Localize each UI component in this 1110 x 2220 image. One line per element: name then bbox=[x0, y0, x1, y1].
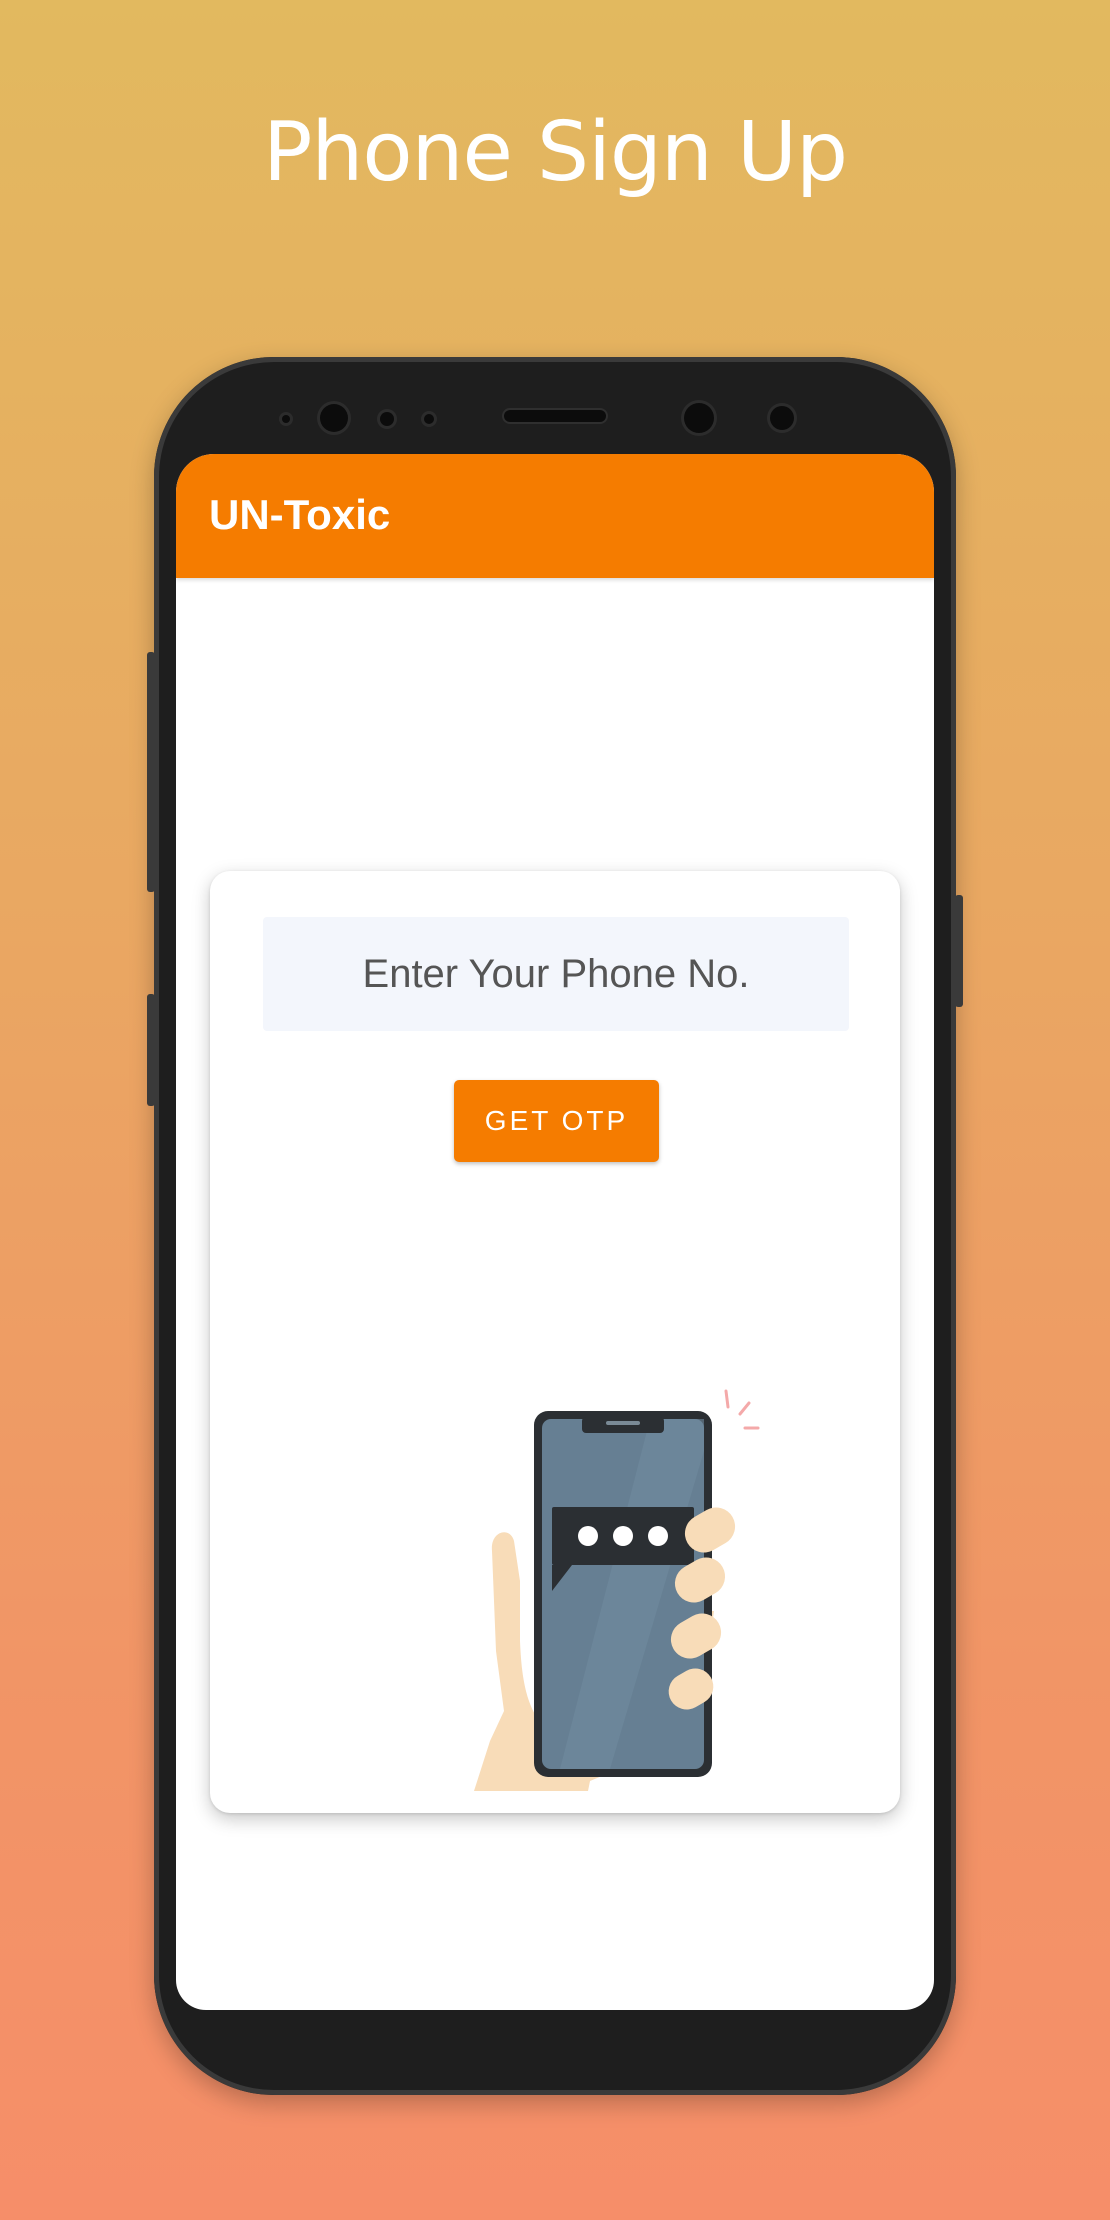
phone-number-input[interactable] bbox=[263, 916, 849, 1032]
front-camera-icon bbox=[684, 403, 714, 433]
volume-down-button bbox=[147, 994, 155, 1106]
front-camera-icon bbox=[320, 404, 348, 432]
volume-up-button bbox=[147, 652, 155, 892]
sign-up-card: GET OTP bbox=[210, 871, 900, 1813]
get-otp-button[interactable]: GET OTP bbox=[454, 1080, 659, 1162]
sensor-icon bbox=[424, 414, 434, 424]
app-title: UN-Toxic bbox=[209, 491, 391, 538]
phone-device-frame: UN-Toxic GET OTP bbox=[147, 357, 963, 2095]
sensor-icon bbox=[380, 412, 394, 426]
app-screen: UN-Toxic GET OTP bbox=[176, 454, 934, 2010]
phone-number-field[interactable] bbox=[263, 916, 849, 1032]
sensor-icon bbox=[282, 415, 290, 423]
hand-holding-phone-illustration bbox=[474, 1389, 760, 1791]
earpiece-speaker bbox=[504, 410, 606, 422]
power-button bbox=[955, 895, 963, 1007]
app-bar: UN-Toxic bbox=[176, 454, 934, 578]
sensor-icon bbox=[770, 406, 794, 430]
promo-title: Phone Sign Up bbox=[262, 105, 848, 200]
